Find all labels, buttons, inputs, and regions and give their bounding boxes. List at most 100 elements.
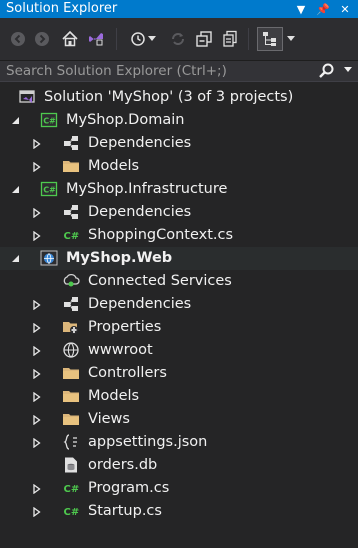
search-icon[interactable]	[318, 63, 334, 79]
expanded-triangle-icon[interactable]	[8, 247, 22, 270]
tree-item-label: Dependencies	[88, 204, 192, 220]
tree-item[interactable]: Dependencies	[0, 132, 358, 155]
collapsed-triangle-icon[interactable]	[30, 500, 44, 523]
collapsed-triangle-icon[interactable]	[30, 385, 44, 408]
collapse-all-icon	[196, 31, 212, 47]
collapsed-triangle-icon[interactable]	[30, 362, 44, 385]
close-icon[interactable]: ✕	[334, 3, 356, 16]
search-input[interactable]: Search Solution Explorer (Ctrl+;)	[6, 61, 227, 81]
tree-item[interactable]: C# Startup.cs	[0, 500, 358, 523]
collapsed-triangle-icon[interactable]	[30, 408, 44, 431]
home-button[interactable]	[58, 18, 82, 60]
search-options-dropdown-icon[interactable]	[344, 67, 352, 73]
tree-item[interactable]: Models	[0, 155, 358, 178]
collapsed-triangle-icon[interactable]	[30, 316, 44, 339]
collapsed-triangle-icon[interactable]	[30, 224, 44, 247]
tree-item-label: Connected Services	[88, 273, 232, 289]
collapsed-triangle-icon[interactable]	[30, 155, 44, 178]
connected-services-icon	[62, 272, 80, 290]
forward-button[interactable]	[30, 18, 54, 60]
db-file-icon	[62, 456, 80, 474]
search-bar: Search Solution Explorer (Ctrl+;)	[0, 61, 358, 82]
tree-item[interactable]: orders.db	[0, 454, 358, 477]
pin-icon[interactable]: 📌	[312, 3, 334, 16]
tree-item-label: Startup.cs	[88, 503, 162, 519]
json-file-icon	[62, 433, 80, 451]
collapsed-triangle-icon[interactable]	[30, 477, 44, 500]
properties-dropdown[interactable]	[285, 18, 297, 60]
window-title: Solution Explorer	[6, 1, 118, 16]
chevron-down-icon	[287, 36, 295, 41]
tree-item[interactable]: Dependencies	[0, 293, 358, 316]
collapsed-triangle-icon[interactable]	[30, 132, 44, 155]
csharp-file-icon: C#	[62, 479, 80, 497]
tree-item-label: Program.cs	[88, 480, 170, 496]
folder-icon	[62, 157, 80, 175]
tree-item[interactable]: Controllers	[0, 362, 358, 385]
tree-item[interactable]: C# MyShop.Infrastructure	[0, 178, 358, 201]
tree-item-label: Models	[88, 388, 140, 404]
sync-icon	[172, 33, 184, 45]
folder-icon	[62, 387, 80, 405]
properties-icon	[62, 318, 80, 336]
tree-item[interactable]: C# Program.cs	[0, 477, 358, 500]
collapsed-triangle-icon[interactable]	[30, 339, 44, 362]
svg-text:C#: C#	[64, 231, 80, 242]
collapsed-triangle-icon[interactable]	[30, 431, 44, 454]
svg-text:C#: C#	[64, 507, 80, 518]
home-icon	[62, 30, 78, 47]
tree-item[interactable]: Dependencies	[0, 201, 358, 224]
back-button[interactable]	[6, 18, 30, 60]
tree-item[interactable]: C# MyShop.Domain	[0, 109, 358, 132]
sync-with-document-button[interactable]	[166, 18, 190, 60]
tree-item-label: Controllers	[88, 365, 167, 381]
collapsed-triangle-icon[interactable]	[30, 293, 44, 316]
tree-item-label: MyShop.Infrastructure	[66, 181, 228, 197]
toolbar	[0, 18, 358, 61]
back-arrow-icon	[11, 32, 25, 46]
title-bar: Solution Explorer ▼ 📌 ✕	[0, 0, 358, 18]
tree-item-label: MyShop.Domain	[66, 112, 185, 128]
folder-icon	[62, 410, 80, 428]
tree-item-label: Models	[88, 158, 140, 174]
svg-text:C#: C#	[64, 484, 80, 495]
tree-item[interactable]: Views	[0, 408, 358, 431]
svg-text:C#: C#	[43, 117, 56, 126]
window-position-dropdown-icon[interactable]: ▼	[290, 3, 312, 16]
tree-item-label: orders.db	[88, 457, 158, 473]
dependencies-icon	[62, 295, 80, 313]
web-project-icon	[40, 249, 58, 267]
tree-item-label: appsettings.json	[88, 434, 208, 450]
show-all-files-icon	[223, 30, 237, 47]
tree-item[interactable]: MyShop.Web	[0, 247, 358, 270]
tree-item[interactable]: C# ShoppingContext.cs	[0, 224, 358, 247]
pending-changes-filter-dropdown[interactable]	[146, 18, 158, 60]
tree-item[interactable]: Properties	[0, 316, 358, 339]
tree-item-label: Views	[88, 411, 130, 427]
folder-icon	[62, 364, 80, 382]
globe-icon	[62, 341, 80, 359]
expanded-triangle-icon[interactable]	[8, 109, 22, 132]
tree-item-label: MyShop.Web	[66, 250, 173, 266]
collapsed-triangle-icon[interactable]	[30, 201, 44, 224]
dependencies-icon	[62, 203, 80, 221]
tree-item[interactable]: Connected Services	[0, 270, 358, 293]
visual-studio-icon	[89, 33, 103, 46]
history-clock-icon	[131, 32, 145, 46]
tree-item[interactable]: Solution 'MyShop' (3 of 3 projects)	[0, 86, 358, 109]
tree-item-label: Properties	[88, 319, 162, 335]
expanded-triangle-icon[interactable]	[8, 178, 22, 201]
csharp-file-icon: C#	[62, 226, 80, 244]
tree-item-label: ShoppingContext.cs	[88, 227, 234, 243]
tree-item-label: Dependencies	[88, 135, 192, 151]
properties-button[interactable]	[257, 27, 283, 51]
tree-item[interactable]: Models	[0, 385, 358, 408]
hierarchy-icon	[263, 32, 276, 46]
show-all-files-button[interactable]	[218, 18, 242, 60]
chevron-down-icon	[148, 36, 156, 41]
collapse-all-button[interactable]	[192, 18, 216, 60]
tree-item[interactable]: appsettings.json	[0, 431, 358, 454]
tree-item-label: wwwroot	[88, 342, 153, 358]
switch-views-button[interactable]	[84, 18, 108, 60]
tree-item[interactable]: wwwroot	[0, 339, 358, 362]
